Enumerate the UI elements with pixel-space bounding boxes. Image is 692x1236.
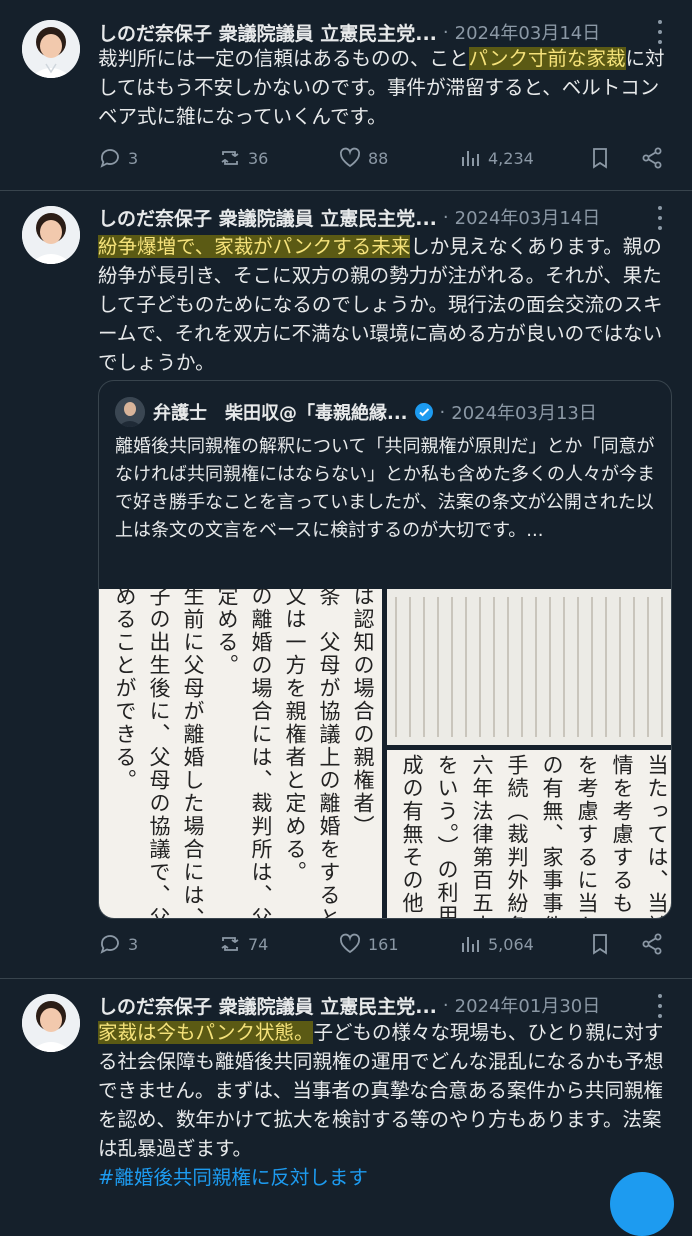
retweet-button[interactable]: 36 <box>218 146 338 170</box>
law-text-column: 定める。 <box>215 589 239 677</box>
views-button[interactable]: 4,234 <box>458 146 588 170</box>
highlighted-text: パンク寸前な家裁 <box>468 47 626 70</box>
quoted-avatar-photo <box>115 397 145 427</box>
retweet-count: 74 <box>248 934 269 954</box>
separator-dot: · <box>442 206 449 228</box>
retweet-icon <box>221 151 239 165</box>
tweet-3[interactable]: しのだ奈保子 衆議院議員 立憲民主党... · 2024年01月30日 家裁は今… <box>0 978 692 1236</box>
tweet-date[interactable]: 2024年03月14日 <box>455 204 601 230</box>
law-text-column: 生前に父母が離婚した場合には、親権は、 <box>181 589 205 919</box>
share-button[interactable] <box>640 146 670 170</box>
law-text-column: をいう。）の利用の有無 <box>435 754 459 919</box>
tweet-2[interactable]: しのだ奈保子 衆議院議員 立憲民主党... · 2024年03月14日 紛争爆増… <box>0 190 692 979</box>
dense-text-block <box>395 597 669 737</box>
reply-count: 3 <box>128 148 139 168</box>
like-button[interactable]: 88 <box>338 146 458 170</box>
reply-icon <box>100 935 119 954</box>
more-icon[interactable] <box>650 994 670 1018</box>
avatar[interactable] <box>22 994 80 1052</box>
quoted-text: 離婚後共同親権の解釈について「共同親権が原則だ」とか「同意がなければ共同親権には… <box>115 436 655 541</box>
author-name[interactable]: しのだ奈保子 衆議院議員 立憲民主党... <box>98 992 437 1019</box>
share-button[interactable] <box>640 932 670 956</box>
law-text-column: 情を考慮するものとする <box>610 754 634 919</box>
author-name[interactable]: しのだ奈保子 衆議院議員 立憲民主党... <box>98 19 437 46</box>
tweet-date[interactable]: 2024年01月30日 <box>455 992 601 1018</box>
highlighted-text: 家裁は今もパンク状態。 <box>98 1021 314 1044</box>
retweet-button[interactable]: 74 <box>218 932 338 956</box>
tweet-text: 裁判所には一定の信頼はあるものの、ことパンク寸前な家裁に対してはもう不安しかない… <box>98 44 670 131</box>
reply-icon <box>100 149 119 168</box>
like-count: 161 <box>368 934 399 954</box>
avatar[interactable] <box>22 20 80 78</box>
more-icon[interactable] <box>650 20 670 44</box>
bookmark-icon <box>593 148 607 169</box>
law-text-column: の有無、家事事件手続法 <box>540 754 564 919</box>
law-text-column: 条 父母が協議上の離婚をするときは、そ <box>317 589 341 919</box>
law-text-column: を考慮するに当たっては <box>575 754 599 919</box>
highlighted-text: 紛争爆増で、家裁がパンクする未来 <box>98 235 411 258</box>
law-text-column: 手続（裁判外紛争解決手 <box>505 754 529 919</box>
author-name[interactable]: しのだ奈保子 衆議院議員 立憲民主党... <box>98 204 437 231</box>
avatar-photo <box>22 206 80 264</box>
action-bar: 3 74 161 5,064 <box>98 929 670 959</box>
views-button[interactable]: 5,064 <box>458 932 588 956</box>
bookmark-button[interactable] <box>588 146 640 170</box>
retweet-count: 36 <box>248 148 269 168</box>
reply-count: 3 <box>128 934 139 954</box>
action-bar: 3 36 88 4,234 <box>98 143 670 173</box>
tweet-text: 紛争爆増で、家裁がパンクする未来しか見えなくあります。親の紛争が長引き、そこに双… <box>98 232 670 377</box>
hashtag-link[interactable]: #離婚後共同親権に反対します <box>98 1166 368 1189</box>
views-icon <box>462 151 479 166</box>
quoted-media[interactable]: は認知の場合の親権者） 条 父母が協議上の離婚をするときは、そ 又は一方を親権者と定… <box>99 589 671 919</box>
avatar-photo <box>22 994 80 1052</box>
bookmark-button[interactable] <box>588 932 640 956</box>
views-count: 5,064 <box>488 934 534 954</box>
separator-dot: · <box>442 21 449 43</box>
tweet-date[interactable]: 2024年03月14日 <box>455 19 601 45</box>
law-text-image-left[interactable]: は認知の場合の親権者） 条 父母が協議上の離婚をするときは、そ 又は一方を親権者と定… <box>99 589 382 919</box>
share-icon <box>642 147 662 169</box>
share-icon <box>642 933 662 955</box>
law-text-column: 当たっては、当該協議の <box>645 754 669 919</box>
tweet-1[interactable]: しのだ奈保子 衆議院議員 立憲民主党... · 2024年03月14日 裁判所に… <box>0 0 692 191</box>
law-text-column: 成の有無その他の事情を <box>400 754 424 919</box>
reply-button[interactable]: 3 <box>98 932 218 956</box>
law-text-column: は認知の場合の親権者） <box>351 589 375 838</box>
law-text-column: めることができる。 <box>113 589 137 792</box>
like-count: 88 <box>368 148 389 168</box>
law-text-column: の離婚の場合には、裁判所は、父母の双方 <box>249 589 273 919</box>
avatar[interactable] <box>22 206 80 264</box>
views-count: 4,234 <box>488 148 534 168</box>
law-text-column: 又は一方を親権者と定める。 <box>283 589 307 884</box>
reply-button[interactable]: 3 <box>98 146 218 170</box>
law-text-column: 六年法律第百五十一号） <box>470 754 494 919</box>
retweet-icon <box>221 937 239 951</box>
law-text-column: 子の出生後に、父母の協議で、父母の双方 <box>147 589 171 919</box>
separator-dot: · <box>442 994 449 1016</box>
like-icon <box>339 933 361 954</box>
separator-dot: · <box>439 401 446 423</box>
views-icon <box>462 937 479 952</box>
text-segment: 裁判所には一定の信頼はあるものの、こと <box>98 47 469 70</box>
quoted-avatar[interactable] <box>115 397 145 427</box>
like-button[interactable]: 161 <box>338 932 458 956</box>
more-icon[interactable] <box>650 206 670 230</box>
quoted-date[interactable]: 2024年03月13日 <box>451 399 597 425</box>
compose-button[interactable] <box>610 1172 674 1236</box>
quoted-tweet[interactable]: 弁護士 柴田収@「毒親絶縁... · 2024年03月13日 離婚後共同親権の解… <box>98 380 672 919</box>
avatar-photo <box>22 20 80 78</box>
verified-icon <box>414 403 433 421</box>
tweet-text: 家裁は今もパンク状態。子どもの様々な現場も、ひとり親に対する社会保障も離婚後共同… <box>98 1018 670 1192</box>
quoted-author-name[interactable]: 弁護士 柴田収@「毒親絶縁... <box>153 399 408 425</box>
like-icon <box>339 147 361 168</box>
law-text-image-right-top[interactable] <box>387 589 671 745</box>
law-text-image-right-bottom[interactable]: 当たっては、当該協議の 情を考慮するものとする を考慮するに当たっては の有無、家事事… <box>387 750 671 919</box>
bookmark-icon <box>593 934 607 955</box>
